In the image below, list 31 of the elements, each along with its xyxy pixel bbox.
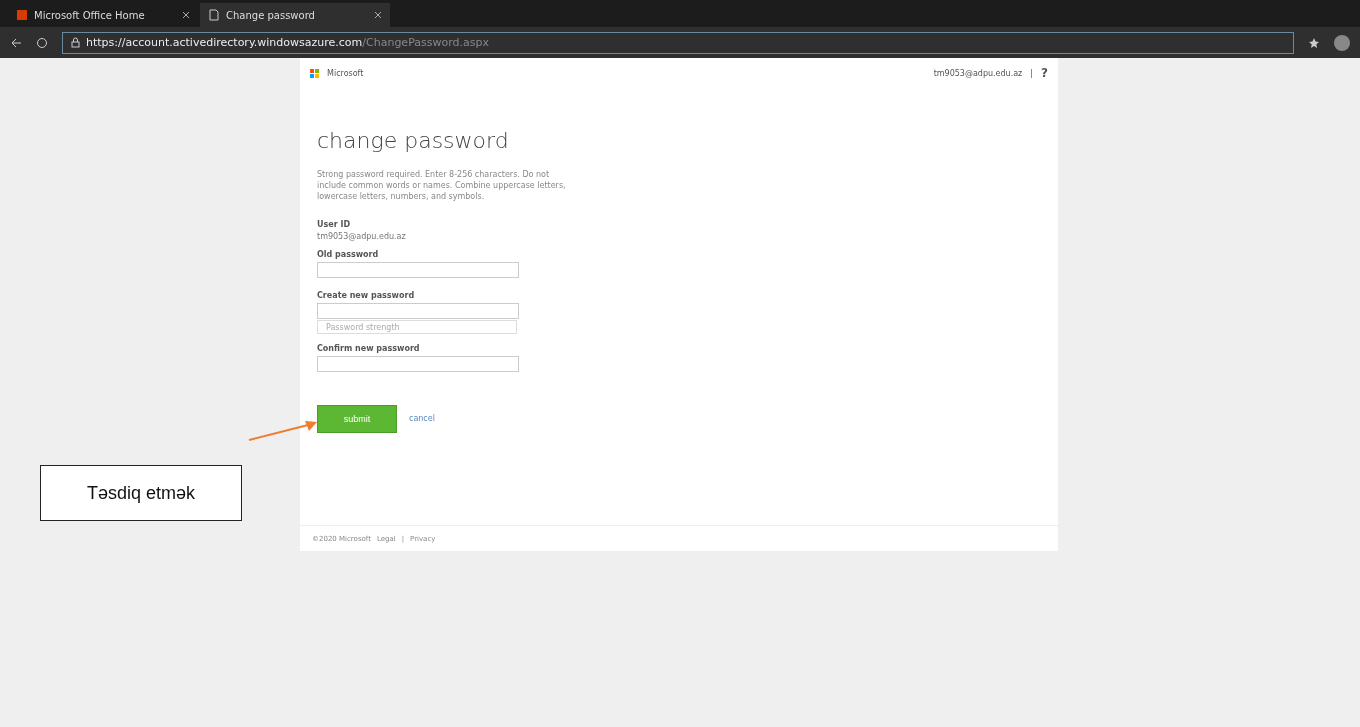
field-label: Old password	[317, 250, 380, 259]
microsoft-logo-icon	[310, 68, 319, 78]
star-icon[interactable]	[1308, 36, 1320, 49]
close-icon[interactable]	[374, 11, 382, 19]
field-label: Confirm new password	[317, 344, 421, 353]
password-field[interactable]	[317, 356, 519, 372]
back-icon[interactable]	[10, 36, 22, 49]
url-text: https://account.activedirectory.windowsazure.com/ChangePassword.aspx	[86, 36, 489, 49]
callout-box: Təsdiq etmək	[40, 465, 242, 521]
office-icon	[16, 9, 28, 21]
avatar-icon[interactable]	[1334, 34, 1350, 51]
account-name: tm9053@adpu.edu.az	[933, 68, 1023, 78]
password-strength-bar: Password strength	[317, 320, 517, 334]
page-title: change password	[317, 128, 510, 153]
close-icon[interactable]	[182, 11, 190, 19]
address-bar[interactable]: https://account.activedirectory.windowsazure.com/ChangePassword.aspx	[62, 31, 1294, 54]
separator: |	[1030, 68, 1034, 78]
refresh-icon[interactable]	[36, 36, 48, 49]
password-field[interactable]	[317, 262, 519, 278]
cancel-link[interactable]: cancel	[409, 414, 435, 423]
field-label: User ID	[317, 220, 352, 229]
help-link[interactable]: ?	[1041, 66, 1048, 80]
password-field[interactable]	[317, 302, 519, 319]
arrow-icon	[248, 420, 318, 442]
lock-icon	[71, 37, 80, 48]
browser-tab[interactable]: Change password	[200, 3, 390, 27]
page-icon	[208, 9, 220, 21]
user-id: tm9053@adpu.edu.az	[317, 232, 407, 241]
brand-name: Microsoft	[327, 68, 365, 78]
field-label: Create new password	[317, 290, 416, 300]
description: Strong password required. Enter 8-256 characters. Do not include common words or names. Combine uppercase letters, lowercase letters, numbers, and symbols.	[317, 169, 567, 202]
